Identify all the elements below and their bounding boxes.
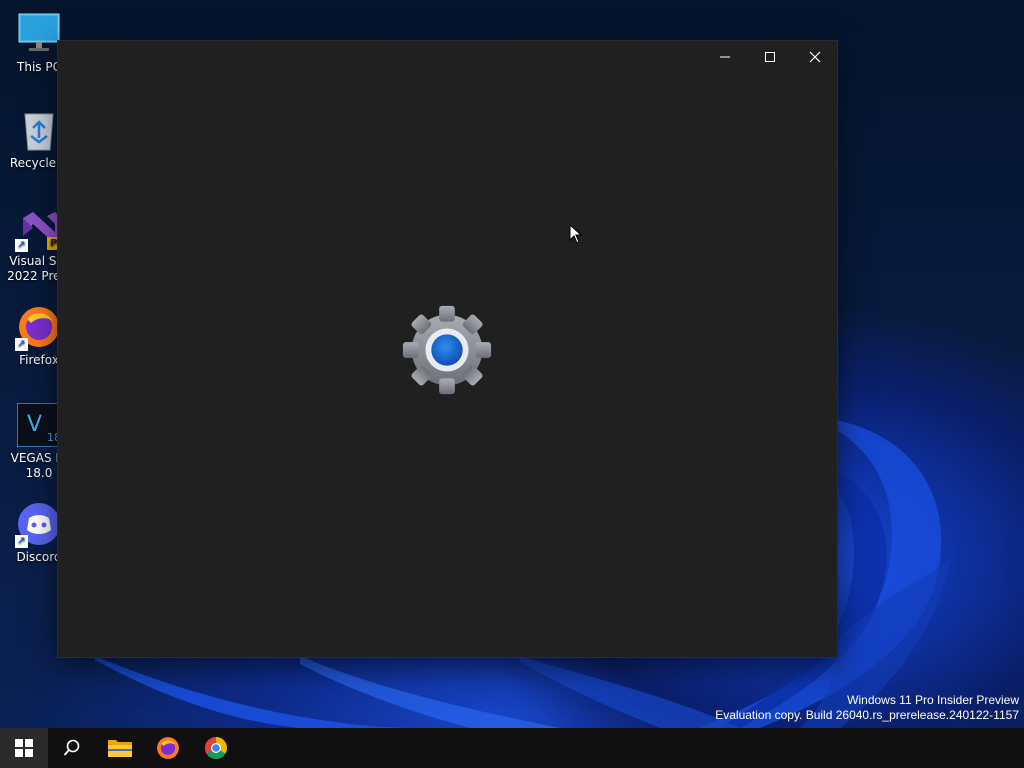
shortcut-arrow-icon: ↗ [15, 338, 28, 351]
settings-window[interactable] [57, 40, 838, 658]
folder-icon [108, 740, 132, 757]
visual-studio-icon: PRE ↗ [15, 206, 75, 252]
shortcut-arrow-icon: ↗ [15, 239, 28, 252]
firefox-taskbar-button[interactable] [144, 728, 192, 768]
close-icon [809, 51, 820, 63]
minimize-button[interactable] [702, 41, 747, 73]
chrome-taskbar-button[interactable] [192, 728, 240, 768]
vegas-icon: V 18 [16, 402, 62, 448]
search-button[interactable] [48, 728, 96, 768]
minimize-icon [719, 56, 730, 58]
evaluation-watermark: Windows 11 Pro Insider Preview Evaluatio… [715, 693, 1019, 723]
chrome-icon [205, 737, 227, 759]
maximize-icon [764, 52, 775, 62]
desktop: This PC Recycle B PRE ↗ Visual Stu 2022 … [0, 0, 1024, 768]
start-button[interactable] [0, 728, 48, 768]
mouse-cursor-icon [569, 224, 583, 244]
close-button[interactable] [792, 41, 837, 73]
watermark-line-2: Evaluation copy. Build 26040.rs_prerelea… [715, 708, 1019, 722]
window-title-controls [702, 41, 837, 73]
discord-icon: ↗ [15, 502, 61, 548]
file-explorer-button[interactable] [96, 728, 144, 768]
search-icon [63, 739, 80, 756]
firefox-icon [157, 737, 179, 759]
firefox-icon: ↗ [15, 305, 61, 351]
maximize-button[interactable] [747, 41, 792, 73]
watermark-line-1: Windows 11 Pro Insider Preview [847, 693, 1019, 707]
svg-text:V: V [27, 412, 42, 437]
recycle-bin-icon [17, 108, 61, 152]
monitor-icon [17, 12, 61, 56]
shortcut-arrow-icon: ↗ [15, 535, 28, 548]
windows-logo-icon [15, 739, 33, 757]
taskbar [0, 728, 1024, 768]
settings-gear-icon [402, 305, 492, 395]
